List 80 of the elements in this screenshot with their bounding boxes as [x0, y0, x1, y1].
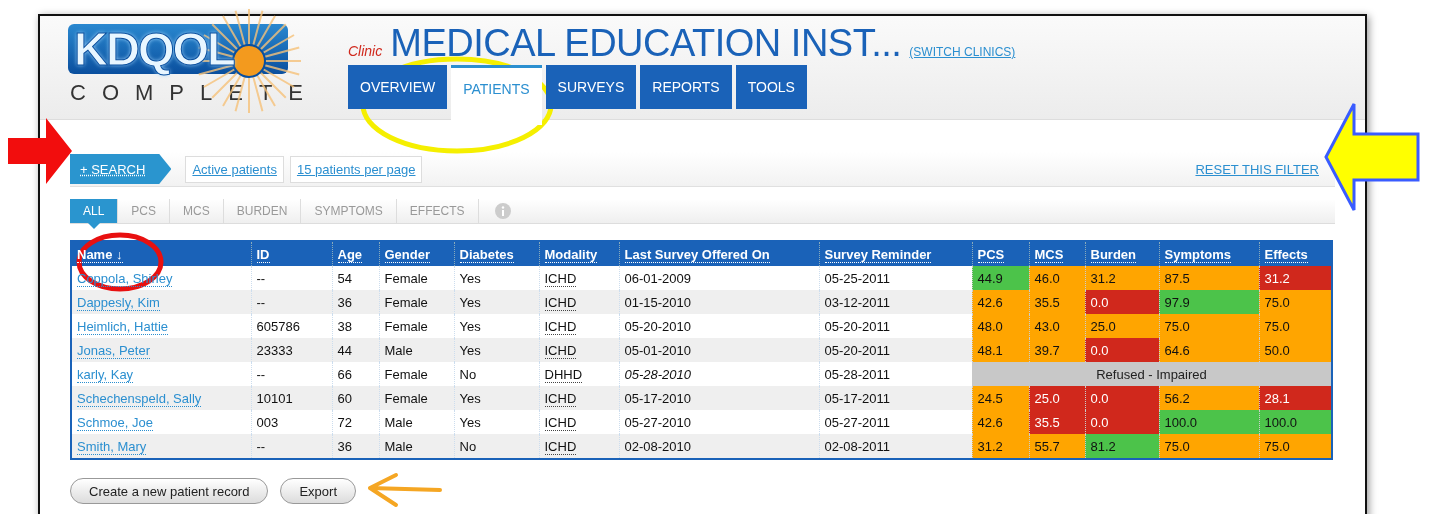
table-cell: 36	[332, 434, 379, 459]
patient-name-link[interactable]: Jonas, Peter	[77, 342, 150, 359]
score-cell: 75.0	[1159, 314, 1259, 338]
score-cell: 56.2	[1159, 386, 1259, 410]
score-cell: 87.5	[1159, 266, 1259, 290]
clinic-label: Clinic	[348, 43, 383, 59]
patient-name-link[interactable]: Smith, Mary	[77, 438, 147, 455]
patient-name-link[interactable]: Dappesly, Kim	[77, 294, 160, 311]
action-button[interactable]: Create a new patient record	[70, 478, 269, 504]
info-icon[interactable]	[494, 203, 511, 219]
modality-text: ICHD	[544, 390, 577, 407]
score-cell: 31.2	[972, 434, 1029, 459]
action-button[interactable]: Export	[280, 478, 356, 504]
score-cell: 81.2	[1085, 434, 1159, 459]
patient-name-link[interactable]: Heimlich, Hattie	[77, 318, 169, 335]
score-cell: 39.7	[1029, 338, 1085, 362]
score-cell: 31.2	[1085, 266, 1159, 290]
score-tab[interactable]: EFFECTS	[396, 199, 479, 223]
score-cell: 0.0	[1085, 386, 1159, 410]
column-header[interactable]: ID	[256, 246, 270, 263]
nav-tab[interactable]: PATIENTS	[451, 65, 542, 125]
score-tab[interactable]: MCS	[170, 199, 224, 223]
score-cell: 50.0	[1259, 338, 1332, 362]
score-cell: 0.0	[1085, 290, 1159, 314]
filter-link[interactable]: Active patients	[185, 155, 284, 183]
modality-text: ICHD	[544, 414, 577, 431]
score-tab[interactable]: PCS	[118, 199, 171, 223]
table-cell: Male	[379, 434, 454, 459]
score-cell: 75.0	[1159, 434, 1259, 459]
switch-clinics-link[interactable]: (SWITCH CLINICS)	[909, 45, 1016, 59]
score-cell: 44.9	[972, 266, 1029, 290]
score-cell: 25.0	[1029, 386, 1085, 410]
score-cell: 100.0	[1259, 410, 1332, 434]
score-cell: 25.0	[1085, 314, 1159, 338]
search-button[interactable]: + SEARCH	[70, 154, 172, 184]
table-cell: No	[454, 434, 539, 459]
tab-pointer-icon	[87, 223, 100, 229]
patient-name-link[interactable]: Schmoe, Joe	[77, 414, 153, 431]
score-cell: 97.9	[1159, 290, 1259, 314]
modality-text: ICHD	[544, 294, 577, 311]
score-cell: 31.2	[1259, 266, 1332, 290]
score-cell: 28.1	[1259, 386, 1332, 410]
score-cell: 75.0	[1259, 314, 1332, 338]
reset-filter-link[interactable]: RESET THIS FILTER	[1195, 161, 1319, 177]
score-note-cell: Refused - Impaired	[972, 362, 1332, 386]
modality-text: ICHD	[544, 270, 577, 287]
score-tab[interactable]: BURDEN	[223, 199, 302, 223]
score-cell: 35.5	[1029, 290, 1085, 314]
modality-text: ICHD	[544, 342, 577, 359]
score-cell: 75.0	[1259, 434, 1332, 459]
score-cell: 75.0	[1259, 290, 1332, 314]
logo-tagline: COMPLETE	[69, 80, 320, 106]
score-cell: 48.1	[972, 338, 1029, 362]
score-cell: 42.6	[972, 290, 1029, 314]
arrow-annotation	[8, 118, 72, 184]
nav-tab[interactable]: OVERVIEW	[348, 65, 448, 109]
patient-name-link[interactable]: Schechenspeld, Sally	[77, 390, 202, 407]
modality-text: ICHD	[544, 318, 577, 335]
score-cell: 48.0	[972, 314, 1029, 338]
score-cell: 0.0	[1085, 410, 1159, 434]
patient-name-link[interactable]: karly, Kay	[77, 366, 134, 383]
score-cell: 35.5	[1029, 410, 1085, 434]
filter-link[interactable]: 15 patients per page	[289, 155, 423, 183]
clinic-name: MEDICAL EDUCATION INST...	[390, 22, 902, 65]
score-cell: 46.0	[1029, 266, 1085, 290]
nav-tab[interactable]: TOOLS	[735, 65, 807, 109]
score-cell: 42.6	[972, 410, 1029, 434]
modality-text: DHHD	[544, 366, 583, 383]
nav-tab[interactable]: SURVEYS	[545, 65, 637, 109]
score-cell: 55.7	[1029, 434, 1085, 459]
score-tab[interactable]: SYMPTOMS	[301, 199, 397, 223]
score-cell: 43.0	[1029, 314, 1085, 338]
nav-tab[interactable]: REPORTS	[640, 65, 732, 109]
score-cell: 24.5	[972, 386, 1029, 410]
score-cell: 100.0	[1159, 410, 1259, 434]
modality-text: ICHD	[544, 438, 577, 455]
score-cell: 64.6	[1159, 338, 1259, 362]
score-cell: 0.0	[1085, 338, 1159, 362]
table-cell: --	[251, 434, 332, 459]
table-cell: 02-08-2010	[619, 434, 819, 459]
